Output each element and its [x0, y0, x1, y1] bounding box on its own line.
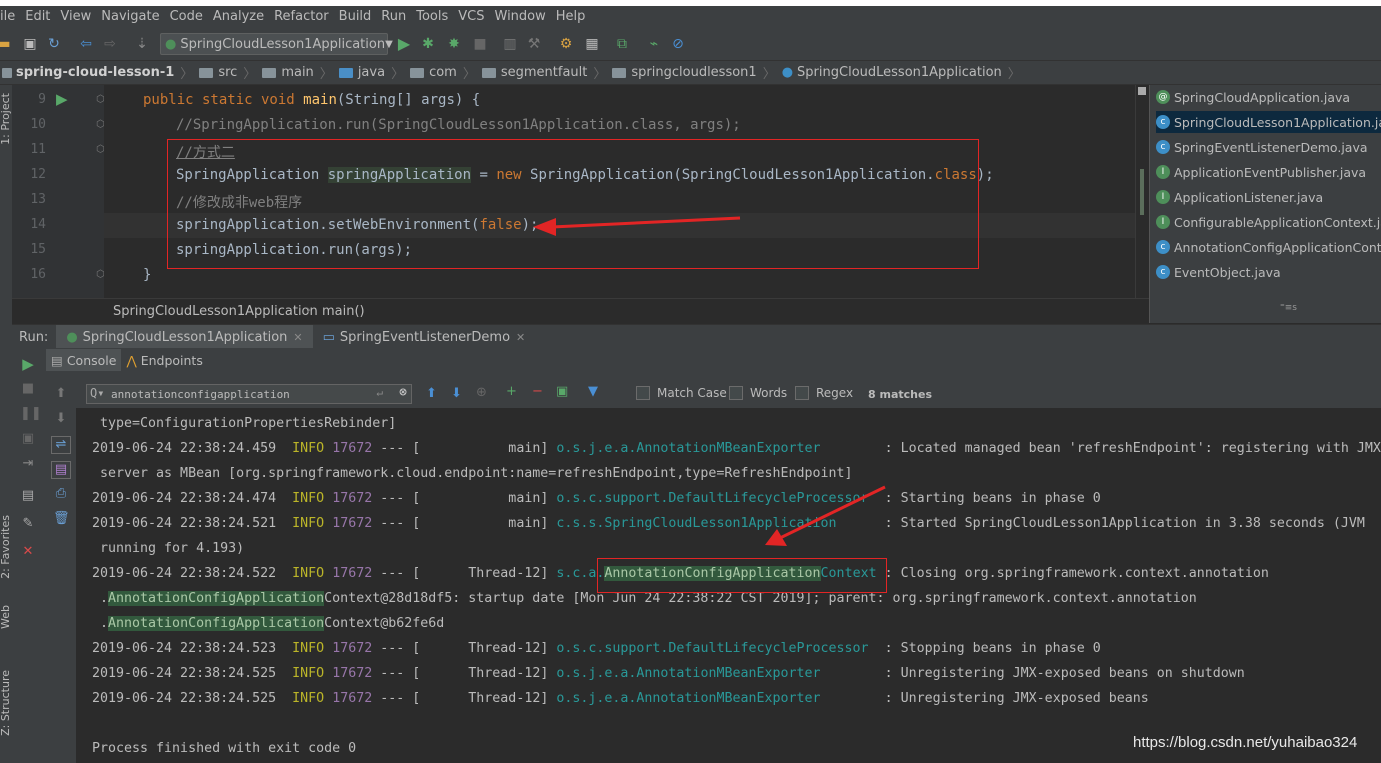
annotation-arrow: [779, 485, 886, 540]
watermark: https://blog.csdn.net/yuhaibao324: [1133, 734, 1358, 751]
annotation-arrow: [551, 216, 741, 229]
annotation-arrows: [533, 216, 886, 546]
annotation-arrowhead: [533, 218, 556, 236]
